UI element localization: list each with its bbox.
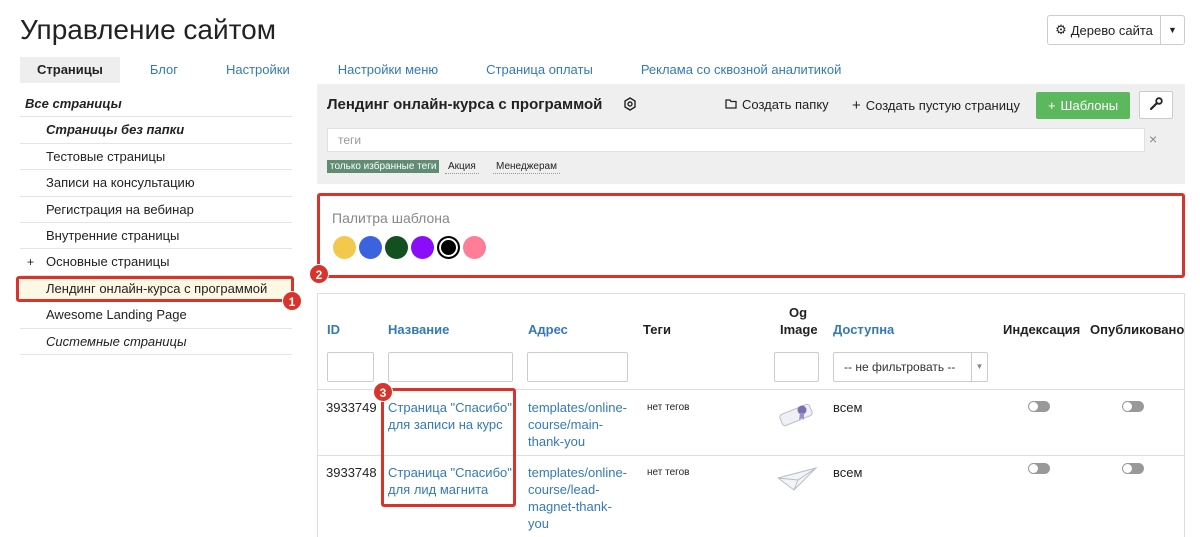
row-id: 3933748 <box>326 465 377 480</box>
page-title: Управление сайтом <box>20 14 276 45</box>
sidebar-item-internal[interactable]: Внутренние страницы <box>20 223 292 250</box>
highlight-box-3 <box>381 388 516 507</box>
annotation-badge-2: 2 <box>309 264 329 284</box>
template-palette: Палитра шаблона <box>317 193 1185 278</box>
caret-down-icon: ▼ <box>971 353 987 381</box>
row-address-line2[interactable]: course/lead- <box>528 481 600 498</box>
tab-menu-settings[interactable]: Настройки меню <box>314 57 462 83</box>
tab-settings[interactable]: Настройки <box>202 57 314 83</box>
folder-toolbar: Лендинг онлайн-курса с программой Создат… <box>317 84 1185 184</box>
sidebar-item-awesome-landing[interactable]: Awesome Landing Page <box>20 302 292 329</box>
sidebar-item-test-pages[interactable]: Тестовые страницы <box>20 144 292 171</box>
column-header-indexing: Индексация <box>1003 322 1081 337</box>
tab-blog[interactable]: Блог <box>127 57 202 83</box>
expand-icon[interactable]: + <box>27 249 34 275</box>
site-tree-button[interactable]: ⚙ Дерево сайта <box>1047 15 1161 45</box>
available-filter-select[interactable]: -- не фильтровать -- ▼ <box>833 352 988 382</box>
folder-settings-icon[interactable] <box>623 97 637 114</box>
annotation-badge-1: 1 <box>282 291 302 311</box>
name-filter-input[interactable] <box>388 352 513 382</box>
row-tags: нет тегов <box>647 402 690 413</box>
column-header-address[interactable]: Адрес <box>528 322 568 337</box>
column-header-tags: Теги <box>643 322 671 337</box>
row-address-line2[interactable]: course/main- <box>528 416 603 433</box>
create-page-label: Создать пустую страницу <box>865 98 1020 113</box>
row-id: 3933749 <box>326 400 377 415</box>
og-image-filter-input[interactable] <box>774 352 819 382</box>
column-header-name[interactable]: Название <box>388 322 449 337</box>
tag-filter-managers[interactable]: Менеджерам <box>493 160 560 174</box>
plus-icon: + <box>852 97 861 114</box>
sidebar-item-consultations[interactable]: Записи на консультацию <box>20 170 292 197</box>
sidebar-item-no-folder[interactable]: Страницы без папки <box>20 117 292 144</box>
column-header-available[interactable]: Доступна <box>833 322 894 337</box>
column-header-id[interactable]: ID <box>327 322 340 337</box>
row-available: всем <box>833 465 863 480</box>
indexing-toggle[interactable] <box>1028 463 1050 474</box>
palette-swatch[interactable] <box>411 236 434 259</box>
templates-label: Шаблоны <box>1060 98 1119 113</box>
main-tabs: Страницы Блог Настройки Настройки меню С… <box>20 57 865 83</box>
row-tags: нет тегов <box>647 467 690 478</box>
tab-payment-page[interactable]: Страница оплаты <box>462 57 617 83</box>
column-header-og-image: Image <box>780 322 818 337</box>
highlight-box-1 <box>16 276 294 302</box>
palette-swatch[interactable] <box>437 236 460 259</box>
palette-swatch[interactable] <box>385 236 408 259</box>
templates-button[interactable]: + Шаблоны <box>1036 92 1130 119</box>
folder-title: Лендинг онлайн-курса с программой <box>327 96 603 113</box>
published-toggle[interactable] <box>1122 401 1144 412</box>
paper-plane-icon <box>776 464 818 496</box>
wrench-button[interactable] <box>1139 91 1173 119</box>
annotation-badge-3: 3 <box>373 382 393 402</box>
sidebar-item-system-pages[interactable]: Системные страницы <box>20 329 292 355</box>
row-address-line3[interactable]: magnet-thank- <box>528 498 612 515</box>
tab-ads-analytics[interactable]: Реклама со сквозной аналитикой <box>617 57 866 83</box>
plus-icon: + <box>1047 98 1056 113</box>
folders-sidebar: Все страницы Страницы без папки Тестовые… <box>20 91 292 355</box>
select-value: -- не фильтровать -- <box>844 360 956 374</box>
clear-tags-icon[interactable]: × <box>1149 131 1157 147</box>
tag-filter-promo[interactable]: Акция <box>445 160 479 174</box>
column-header-published: Опубликовано <box>1090 322 1185 337</box>
sidebar-item-all-pages[interactable]: Все страницы <box>20 91 292 118</box>
row-available: всем <box>833 400 863 415</box>
tab-pages[interactable]: Страницы <box>20 57 120 83</box>
favorite-tags-toggle[interactable]: только избранные теги <box>327 160 440 173</box>
column-header-og: Og <box>789 305 808 320</box>
wrench-icon <box>1149 96 1163 114</box>
site-tree-label: Дерево сайта <box>1070 22 1153 38</box>
palette-swatch[interactable] <box>359 236 382 259</box>
sidebar-item-label: Основные страницы <box>46 254 170 270</box>
palette-swatches <box>333 236 486 259</box>
folder-icon <box>725 97 737 112</box>
sidebar-item-main-pages[interactable]: + Основные страницы <box>20 249 292 276</box>
diploma-icon <box>776 399 818 433</box>
indexing-toggle[interactable] <box>1028 401 1050 412</box>
tags-filter-input[interactable]: теги <box>327 128 1145 152</box>
published-toggle[interactable] <box>1122 463 1144 474</box>
palette-label: Палитра шаблона <box>332 210 450 226</box>
create-folder-label: Создать папку <box>742 97 829 112</box>
create-empty-page-button[interactable]: + Создать пустую страницу <box>852 97 1020 114</box>
row-address-line1[interactable]: templates/online- <box>528 464 627 481</box>
id-filter-input[interactable] <box>327 352 374 382</box>
row-address-line1[interactable]: templates/online- <box>528 399 627 416</box>
sidebar-item-webinar[interactable]: Регистрация на вебинар <box>20 197 292 223</box>
palette-swatch[interactable] <box>333 236 356 259</box>
row-address-line4[interactable]: you <box>528 515 549 532</box>
site-tree-dropdown-button[interactable]: ▼ <box>1160 15 1185 45</box>
create-folder-button[interactable]: Создать папку <box>725 97 829 112</box>
caret-down-icon: ▼ <box>1168 25 1177 35</box>
address-filter-input[interactable] <box>527 352 628 382</box>
palette-swatch[interactable] <box>463 236 486 259</box>
row-address-line3[interactable]: thank-you <box>528 433 585 450</box>
gear-icon: ⚙ <box>1055 22 1067 37</box>
